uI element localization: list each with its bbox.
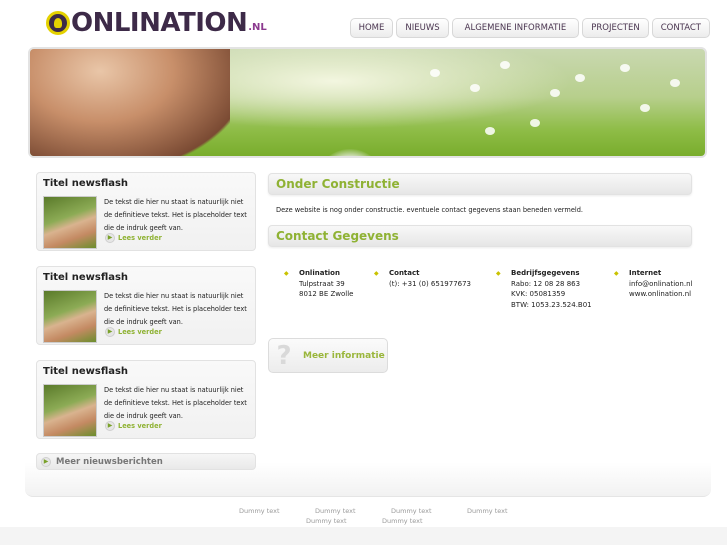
read-more-label: Lees verder xyxy=(118,422,162,430)
footer-link[interactable]: Dummy text xyxy=(306,517,347,525)
bullet-icon: ◆ xyxy=(374,270,379,277)
news-title: Titel newsflash xyxy=(43,366,129,377)
news-thumbnail xyxy=(43,196,97,249)
contact-header: Contact Gegevens xyxy=(268,225,692,247)
contact-phone: ◆ Contact (t): +31 (0) 651977673 xyxy=(374,268,472,289)
main-nav: HOME NIEUWS ALGEMENE INFORMATIE PROJECTE… xyxy=(349,18,710,38)
arrow-right-icon: ▶ xyxy=(105,421,115,431)
arrow-right-icon: ▶ xyxy=(105,233,115,243)
header-banner-image xyxy=(28,47,707,158)
news-title: Titel newsflash xyxy=(43,178,129,189)
contact-line: BTW: 1053.23.524.B01 xyxy=(511,300,592,309)
contact-website[interactable]: www.onlination.nl xyxy=(629,289,692,300)
news-item: Titel newsflash De tekst die hier nu sta… xyxy=(36,360,256,439)
read-more-link[interactable]: ▶ Lees verder xyxy=(105,421,162,431)
contact-internet: ◆ Internet info@onlination.nl www.onlina… xyxy=(614,268,692,300)
contact-line: Tulpstraat 39 xyxy=(299,279,345,288)
news-item: Titel newsflash De tekst die hier nu sta… xyxy=(36,172,256,251)
more-news-label: Meer nieuwsberichten xyxy=(56,456,163,467)
nav-contact[interactable]: CONTACT xyxy=(651,18,710,38)
bullet-icon: ◆ xyxy=(496,270,501,277)
contact-head: Onlination xyxy=(299,269,340,277)
read-more-label: Lees verder xyxy=(118,328,162,336)
more-info-label: Meer informatie xyxy=(303,350,385,361)
footer-link[interactable]: Dummy text xyxy=(315,507,356,515)
news-thumbnail xyxy=(43,290,97,343)
logo-text: ONLINATION xyxy=(71,8,248,38)
contact-company: ◆ Bedrijfsgegevens Rabo: 12 08 28 863 KV… xyxy=(496,268,592,310)
contact-address: ◆ Onlination Tulpstraat 39 8012 BE Zwoll… xyxy=(284,268,354,300)
nav-projecten[interactable]: PROJECTEN xyxy=(582,18,649,38)
footer-link[interactable]: Dummy text xyxy=(467,507,508,515)
footer-link[interactable]: Dummy text xyxy=(382,517,423,525)
arrow-right-icon: ▶ xyxy=(41,456,51,467)
contact-head: Internet xyxy=(629,269,662,277)
news-text: De tekst die hier nu staat is natuurlijk… xyxy=(104,198,247,232)
contact-line: KVK: 05081359 xyxy=(511,290,566,298)
nav-nieuws[interactable]: NIEUWS xyxy=(396,18,449,38)
banner-dandelion xyxy=(315,149,385,156)
news-text: De tekst die hier nu staat is natuurlijk… xyxy=(104,386,247,420)
news-title: Titel newsflash xyxy=(43,272,129,283)
logo-tld: .NL xyxy=(248,22,267,33)
nav-algemene-informatie[interactable]: ALGEMENE INFORMATIE xyxy=(451,18,580,38)
contact-line: 8012 BE Zwolle xyxy=(299,290,354,298)
arrow-right-icon: ▶ xyxy=(105,327,115,337)
contact-head: Bedrijfsgegevens xyxy=(511,269,580,277)
footer-bar xyxy=(0,527,727,545)
read-more-label: Lees verder xyxy=(118,234,162,242)
construction-title: Onder Constructie xyxy=(276,177,400,191)
footer-link[interactable]: Dummy text xyxy=(391,507,432,515)
contact-line: (t): +31 (0) 651977673 xyxy=(389,279,472,288)
construction-header: Onder Constructie xyxy=(268,173,692,195)
news-item: Titel newsflash De tekst die hier nu sta… xyxy=(36,266,256,345)
contact-title: Contact Gegevens xyxy=(276,229,399,243)
construction-text: Deze website is nog onder constructie. e… xyxy=(276,206,583,214)
question-icon: ? xyxy=(276,340,292,371)
contact-head: Contact xyxy=(389,269,420,277)
contact-email[interactable]: info@onlination.nl xyxy=(629,279,692,290)
footer-link[interactable]: Dummy text xyxy=(239,507,280,515)
more-info-button[interactable]: ? Meer informatie xyxy=(268,338,388,373)
bullet-icon: ◆ xyxy=(614,270,619,277)
news-text: De tekst die hier nu staat is natuurlijk… xyxy=(104,292,247,326)
contact-line: Rabo: 12 08 28 863 xyxy=(511,279,581,288)
bullet-icon: ◆ xyxy=(284,270,289,277)
logo-badge-icon xyxy=(46,11,70,35)
nav-home[interactable]: HOME xyxy=(349,18,394,38)
news-thumbnail xyxy=(43,384,97,437)
read-more-link[interactable]: ▶ Lees verder xyxy=(105,233,162,243)
banner-face xyxy=(30,49,230,156)
read-more-link[interactable]: ▶ Lees verder xyxy=(105,327,162,337)
site-logo[interactable]: ONLINATION .NL xyxy=(46,6,267,40)
more-news-button[interactable]: ▶ Meer nieuwsberichten xyxy=(36,453,256,470)
